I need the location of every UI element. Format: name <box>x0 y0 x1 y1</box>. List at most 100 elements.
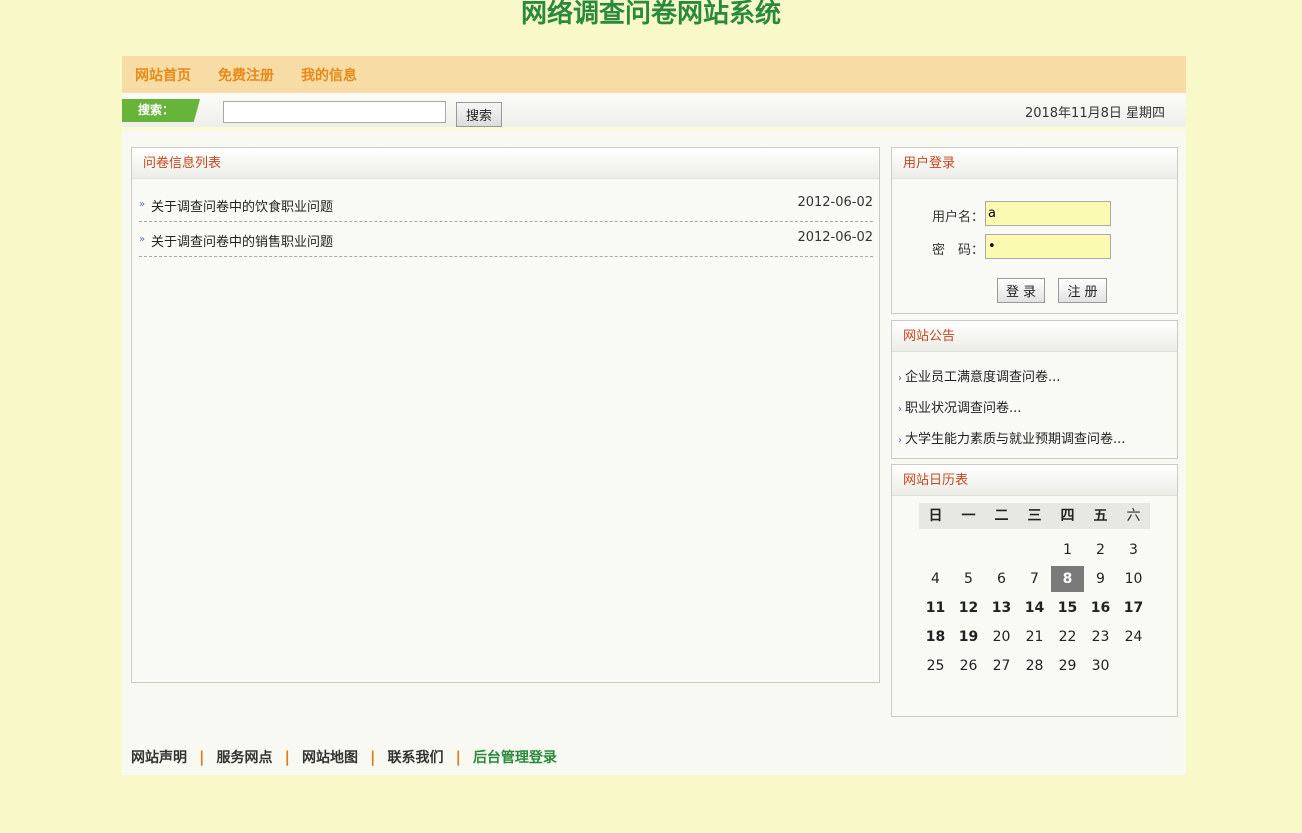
calendar-day[interactable]: 30 <box>1084 653 1117 679</box>
notice-link-text: 大学生能力素质与就业预期调查问卷... <box>905 432 1126 447</box>
calendar-empty-cell <box>1117 653 1150 679</box>
footer-separator: | <box>284 748 290 766</box>
calendar-weekday-header: 日 一 二 三 四 五 六 <box>919 503 1150 529</box>
calendar-week-row: 123 <box>919 537 1150 563</box>
calendar-day[interactable]: 7 <box>1018 566 1051 592</box>
weekday-thu: 四 <box>1051 503 1084 529</box>
footer-sitemap-link[interactable]: 网站地图 <box>302 747 358 767</box>
calendar-title: 网站日历表 <box>892 465 1177 496</box>
questionnaire-link[interactable]: 关于调查问卷中的饮食职业问题 <box>151 196 333 215</box>
calendar-day[interactable]: 18 <box>919 624 952 650</box>
calendar-panel: 网站日历表 日 一 二 三 四 五 六 1 2 3 4 5 6 7 8 9 10 11 12 13 14 1… <box>891 464 1178 717</box>
bullet-arrow-icon: › <box>898 435 902 446</box>
search-button[interactable]: 搜索 <box>456 102 502 127</box>
weekday-wed: 三 <box>1018 503 1051 529</box>
questionnaire-date: 2012-06-02 <box>797 195 873 210</box>
calendar-day[interactable]: 1 <box>1051 537 1084 563</box>
calendar-day[interactable]: 20 <box>985 624 1018 650</box>
password-label: 密 码： <box>932 243 985 258</box>
calendar-week-row: 18 19 20 21 22 23 24 <box>919 624 1150 650</box>
calendar-day[interactable]: 14 <box>1018 595 1051 621</box>
calendar-day[interactable]: 11 <box>919 595 952 621</box>
calendar-day[interactable]: 26 <box>952 653 985 679</box>
weekday-fri: 五 <box>1084 503 1117 529</box>
calendar-day[interactable]: 4 <box>919 566 952 592</box>
login-title: 用户登录 <box>892 148 1177 179</box>
footer-separator: | <box>455 748 461 766</box>
questionnaire-list: » 关于调查问卷中的饮食职业问题 2012-06-02 » 关于调查问卷中的销售… <box>132 187 879 257</box>
current-date: 2018年11月8日 星期四 <box>1024 106 1165 121</box>
calendar-empty-cell <box>1018 537 1051 563</box>
bullet-arrow-icon: › <box>898 404 902 415</box>
calendar-day[interactable]: 6 <box>985 566 1018 592</box>
questionnaire-link[interactable]: 关于调查问卷中的销售职业问题 <box>151 231 333 250</box>
list-item: » 关于调查问卷中的饮食职业问题 2012-06-02 <box>139 187 873 222</box>
username-label: 用户名： <box>932 210 985 225</box>
nav-my-info-link[interactable]: 我的信息 <box>301 65 357 85</box>
calendar-day[interactable]: 29 <box>1051 653 1084 679</box>
calendar-empty-cell <box>985 537 1018 563</box>
calendar-day[interactable]: 22 <box>1051 624 1084 650</box>
calendar-day[interactable]: 27 <box>985 653 1018 679</box>
password-field[interactable] <box>985 234 1111 259</box>
page-container: 网站首页 免费注册 我的信息 搜索： 搜索 2018年11月8日 星期四 问卷信… <box>122 56 1186 775</box>
calendar-grid: 日 一 二 三 四 五 六 1 2 3 4 5 6 7 8 9 10 11 12 13 14 15 16 17 1… <box>919 503 1150 679</box>
double-arrow-icon: » <box>139 234 146 245</box>
questionnaire-list-panel: 问卷信息列表 » 关于调查问卷中的饮食职业问题 2012-06-02 » 关于调… <box>131 147 880 683</box>
notice-item[interactable]: › 大学生能力素质与就业预期调查问卷... <box>898 428 1125 447</box>
calendar-day[interactable]: 9 <box>1084 566 1117 592</box>
login-button[interactable]: 登录 <box>997 278 1045 303</box>
weekday-mon: 一 <box>952 503 985 529</box>
questionnaire-date: 2012-06-02 <box>797 230 873 245</box>
footer-separator: | <box>199 748 205 766</box>
double-arrow-icon: » <box>139 199 146 210</box>
top-nav: 网站首页 免费注册 我的信息 <box>122 56 1186 93</box>
calendar-day[interactable]: 15 <box>1051 595 1084 621</box>
site-title: 网络调查问卷网站系统 <box>520 0 781 29</box>
notice-link-text: 企业员工满意度调查问卷... <box>905 370 1061 385</box>
calendar-week-row: 4 5 6 7 8 9 10 <box>919 566 1150 592</box>
calendar-day[interactable]: 19 <box>952 624 985 650</box>
login-panel: 用户登录 用户名： 密 码： 登录 注册 <box>891 147 1178 314</box>
calendar-empty-cell <box>952 537 985 563</box>
calendar-day[interactable]: 12 <box>952 595 985 621</box>
calendar-day[interactable]: 28 <box>1018 653 1051 679</box>
footer-contact-link[interactable]: 联系我们 <box>387 747 443 767</box>
calendar-day[interactable]: 23 <box>1084 624 1117 650</box>
calendar-day[interactable]: 16 <box>1084 595 1117 621</box>
search-input[interactable] <box>223 101 446 123</box>
nav-register-link[interactable]: 免费注册 <box>218 65 274 85</box>
calendar-days: 1 2 3 4 5 6 7 8 9 10 11 12 13 14 15 16 17 18 19 20 21 22 23 24 2… <box>919 537 1150 679</box>
notice-panel: 网站公告 › 企业员工满意度调查问卷... › 职业状况调查问卷... › 大学生能力… <box>891 320 1178 459</box>
list-item: » 关于调查问卷中的销售职业问题 2012-06-02 <box>139 222 873 257</box>
weekday-sun: 日 <box>919 503 952 529</box>
calendar-day[interactable]: 10 <box>1117 566 1150 592</box>
calendar-day[interactable]: 17 <box>1117 595 1150 621</box>
calendar-day[interactable]: 25 <box>919 653 952 679</box>
nav-home-link[interactable]: 网站首页 <box>135 65 191 85</box>
calendar-week-row: 25 26 27 28 29 30 <box>919 653 1150 679</box>
notice-item[interactable]: › 企业员工满意度调查问卷... <box>898 366 1060 385</box>
notice-link-text: 职业状况调查问卷... <box>905 401 1022 416</box>
calendar-day[interactable]: 3 <box>1117 537 1150 563</box>
bullet-arrow-icon: › <box>898 373 902 384</box>
calendar-week-row: 11 12 13 14 15 16 17 <box>919 595 1150 621</box>
weekday-tue: 二 <box>985 503 1018 529</box>
footer-admin-login-link[interactable]: 后台管理登录 <box>473 747 557 767</box>
calendar-day[interactable]: 24 <box>1117 624 1150 650</box>
register-button[interactable]: 注册 <box>1058 278 1107 303</box>
footer-links: 网站声明 | 服务网点 | 网站地图 | 联系我们 | 后台管理登录 <box>131 747 557 767</box>
search-bar: 搜索： 搜索 2018年11月8日 星期四 <box>122 93 1186 131</box>
calendar-empty-cell <box>919 537 952 563</box>
footer-statement-link[interactable]: 网站声明 <box>131 747 187 767</box>
calendar-day[interactable]: 13 <box>985 595 1018 621</box>
notice-item[interactable]: › 职业状况调查问卷... <box>898 397 1021 416</box>
calendar-day[interactable]: 8 <box>1051 566 1084 592</box>
calendar-day[interactable]: 21 <box>1018 624 1051 650</box>
calendar-day[interactable]: 5 <box>952 566 985 592</box>
search-label: 搜索： <box>122 99 200 122</box>
username-field[interactable] <box>985 201 1111 226</box>
footer-service-link[interactable]: 服务网点 <box>216 747 272 767</box>
calendar-day[interactable]: 2 <box>1084 537 1117 563</box>
footer-separator: | <box>369 748 376 766</box>
